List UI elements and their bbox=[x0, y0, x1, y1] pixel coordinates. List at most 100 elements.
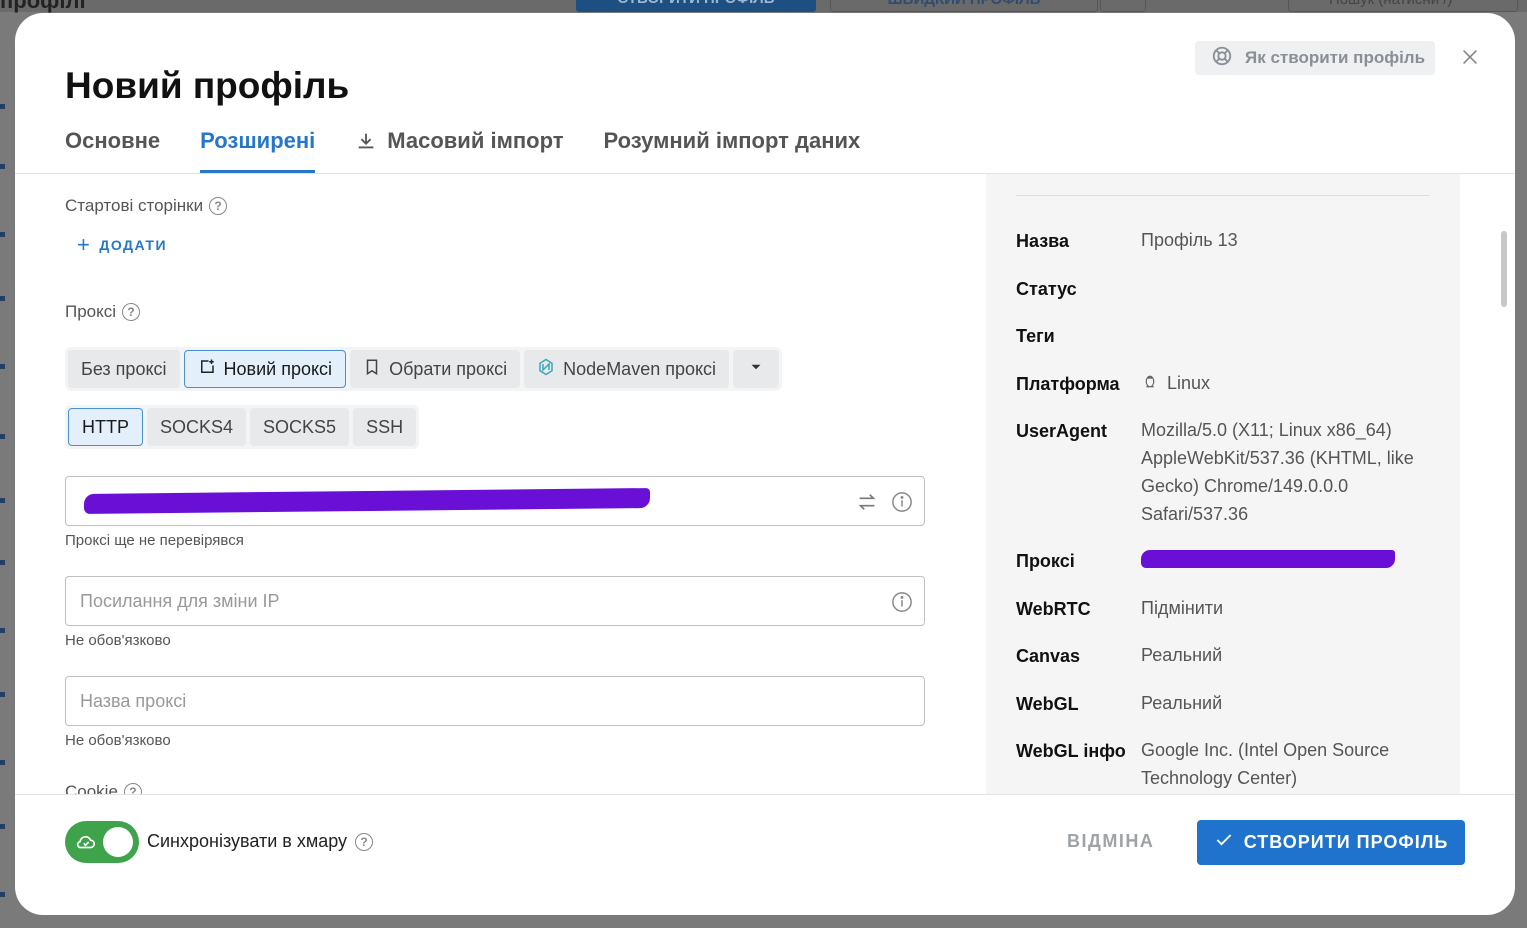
summary-label-webgl-info: WebGL інфо bbox=[1016, 741, 1126, 761]
new-proxy-icon bbox=[198, 358, 216, 381]
proxy-mode-selector: Без проксі Новий проксі Обрати проксі No… bbox=[65, 347, 783, 391]
redaction-mark bbox=[1141, 550, 1395, 568]
summary-value-webgl-info: Google Inc. (Intel Open Source Technolog… bbox=[1141, 740, 1390, 788]
platform-value-text: Linux bbox=[1167, 373, 1211, 393]
proxy-type-http[interactable]: HTTP bbox=[68, 408, 143, 446]
profile-summary-panel: Назва Профіль 13 Статус Теги Платформа L… bbox=[986, 174, 1460, 794]
how-to-create-profile-button[interactable]: Як створити профіль bbox=[1195, 41, 1435, 75]
lifebuoy-icon bbox=[1211, 45, 1233, 72]
background-sidebar-marker bbox=[0, 164, 5, 169]
add-start-page-label: ДОДАТИ bbox=[99, 237, 168, 253]
cloud-sync-label: Синхронізувати в хмару ? bbox=[147, 831, 374, 852]
proxy-type-label: SSH bbox=[366, 416, 404, 437]
tab-label: Розширені bbox=[200, 128, 316, 153]
background-sidebar-marker bbox=[0, 364, 5, 369]
background-sidebar-marker bbox=[0, 232, 5, 237]
advanced-settings-form: Стартові сторінки ? + ДОДАТИ Проксі ? Бе… bbox=[65, 174, 965, 794]
background-sidebar-marker bbox=[0, 824, 5, 829]
summary-label-platform: Платформа bbox=[1016, 374, 1120, 394]
new-profile-dialog: Новий профіль Як створити профіль Основн… bbox=[15, 13, 1515, 915]
proxy-name-field[interactable] bbox=[65, 676, 925, 726]
help-icon[interactable]: ? bbox=[355, 832, 374, 851]
summary-value-platform: Linux bbox=[1141, 369, 1431, 397]
proxy-type-selector: HTTP SOCKS4 SOCKS5 SSH bbox=[65, 405, 420, 449]
summary-value-webrtc: Підмінити bbox=[1141, 598, 1224, 618]
create-profile-button[interactable]: СТВОРИТИ ПРОФІЛЬ bbox=[1197, 820, 1465, 865]
proxy-name-input[interactable] bbox=[80, 691, 840, 712]
tab-label: Масовий імпорт bbox=[387, 128, 564, 153]
close-icon[interactable] bbox=[1459, 46, 1481, 68]
background-sidebar-marker bbox=[0, 104, 5, 109]
add-start-page-button[interactable]: + ДОДАТИ bbox=[77, 234, 167, 256]
proxy-address-field[interactable] bbox=[65, 476, 925, 526]
summary-label-webrtc: WebRTC bbox=[1016, 599, 1091, 619]
background-sidebar-marker bbox=[0, 560, 5, 565]
background-sidebar-marker bbox=[0, 434, 5, 439]
check-icon bbox=[1214, 830, 1234, 855]
help-icon[interactable]: ? bbox=[123, 783, 142, 794]
background-create-button: СТВОРИТИ ПРОФІЛЬ bbox=[576, 0, 816, 12]
bookmark-icon bbox=[363, 358, 381, 381]
background-sidebar-marker bbox=[0, 760, 5, 765]
proxy-type-socks5[interactable]: SOCKS5 bbox=[250, 408, 350, 446]
proxy-mode-label: Новий проксі bbox=[223, 358, 333, 379]
summary-divider bbox=[1016, 195, 1430, 196]
summary-label-status: Статус bbox=[1016, 279, 1077, 299]
proxy-label-text: Проксі bbox=[65, 302, 117, 321]
proxy-type-socks4[interactable]: SOCKS4 bbox=[147, 408, 247, 446]
help-icon[interactable]: ? bbox=[122, 303, 141, 321]
proxy-check-status: Проксі ще не перевірявся bbox=[65, 532, 244, 549]
summary-label-webgl: WebGL bbox=[1016, 694, 1079, 714]
background-search: Пошук (натисни /) bbox=[1288, 0, 1518, 12]
summary-label-tags: Теги bbox=[1016, 326, 1055, 346]
tab-bulk-import[interactable]: Масовий імпорт bbox=[355, 125, 564, 173]
create-profile-label: СТВОРИТИ ПРОФІЛЬ bbox=[1243, 832, 1449, 852]
proxy-mode-nodemaven[interactable]: NodeMaven проксі bbox=[524, 350, 730, 388]
proxy-type-ssh[interactable]: SSH bbox=[353, 408, 417, 446]
start-pages-label-text: Стартові сторінки bbox=[65, 196, 204, 215]
scrollbar-thumb[interactable] bbox=[1501, 231, 1507, 307]
info-icon[interactable] bbox=[891, 591, 913, 613]
background-title: профілі bbox=[0, 0, 86, 13]
tab-advanced[interactable]: Розширені bbox=[200, 125, 316, 173]
background-sidebar-marker bbox=[0, 296, 5, 301]
proxy-name-helper: Не обов'язково bbox=[65, 732, 171, 749]
background-dropdown-button bbox=[1100, 0, 1146, 12]
proxy-mode-label: Обрати проксі bbox=[389, 358, 508, 379]
tab-basic[interactable]: Основне bbox=[65, 125, 160, 173]
proxy-mode-none[interactable]: Без проксі bbox=[68, 350, 180, 388]
tab-smart-import[interactable]: Розумний імпорт даних bbox=[604, 125, 861, 173]
summary-label-useragent: UserAgent bbox=[1016, 421, 1108, 441]
caret-down-icon bbox=[747, 358, 765, 381]
swap-icon[interactable] bbox=[856, 491, 878, 513]
proxy-mode-select[interactable]: Обрати проксі bbox=[350, 350, 521, 388]
cancel-button[interactable]: ВІДМІНА bbox=[1067, 831, 1154, 852]
change-ip-field[interactable] bbox=[65, 576, 925, 626]
plus-icon: + bbox=[77, 232, 92, 257]
cloud-sync-toggle[interactable] bbox=[65, 821, 139, 863]
proxy-mode-label: Без проксі bbox=[81, 358, 167, 379]
background-sidebar-marker bbox=[0, 628, 5, 633]
toggle-knob bbox=[103, 827, 133, 857]
change-ip-helper: Не обов'язково bbox=[65, 632, 171, 649]
linux-icon bbox=[1141, 369, 1159, 397]
cookie-label-text: Cookie bbox=[65, 782, 118, 794]
change-ip-input[interactable] bbox=[80, 591, 840, 612]
proxy-mode-label: NodeMaven проксі bbox=[563, 358, 717, 379]
start-pages-label: Стартові сторінки ? bbox=[65, 196, 228, 216]
background-quick-button: ШВИДКИЙ ПРОФІЛЬ bbox=[830, 0, 1098, 12]
cloud-sync-label-text: Синхронізувати в хмару bbox=[147, 831, 348, 851]
proxy-label: Проксі ? bbox=[65, 302, 141, 322]
proxy-type-label: HTTP bbox=[82, 416, 129, 437]
background-icon-button bbox=[1160, 0, 1216, 12]
proxy-mode-new[interactable]: Новий проксі bbox=[183, 350, 347, 388]
info-icon[interactable] bbox=[891, 491, 913, 513]
proxy-mode-dropdown[interactable] bbox=[733, 350, 780, 388]
proxy-type-label: SOCKS4 bbox=[160, 416, 234, 437]
dialog-tabs: Основне Розширені Масовий імпорт Розумни… bbox=[65, 125, 860, 173]
summary-label-proxy: Проксі bbox=[1016, 551, 1075, 571]
help-icon[interactable]: ? bbox=[209, 197, 228, 215]
summary-label-name: Назва bbox=[1016, 231, 1070, 251]
cookie-label: Cookie ? bbox=[65, 782, 142, 794]
tab-label: Розумний імпорт даних bbox=[603, 128, 861, 153]
